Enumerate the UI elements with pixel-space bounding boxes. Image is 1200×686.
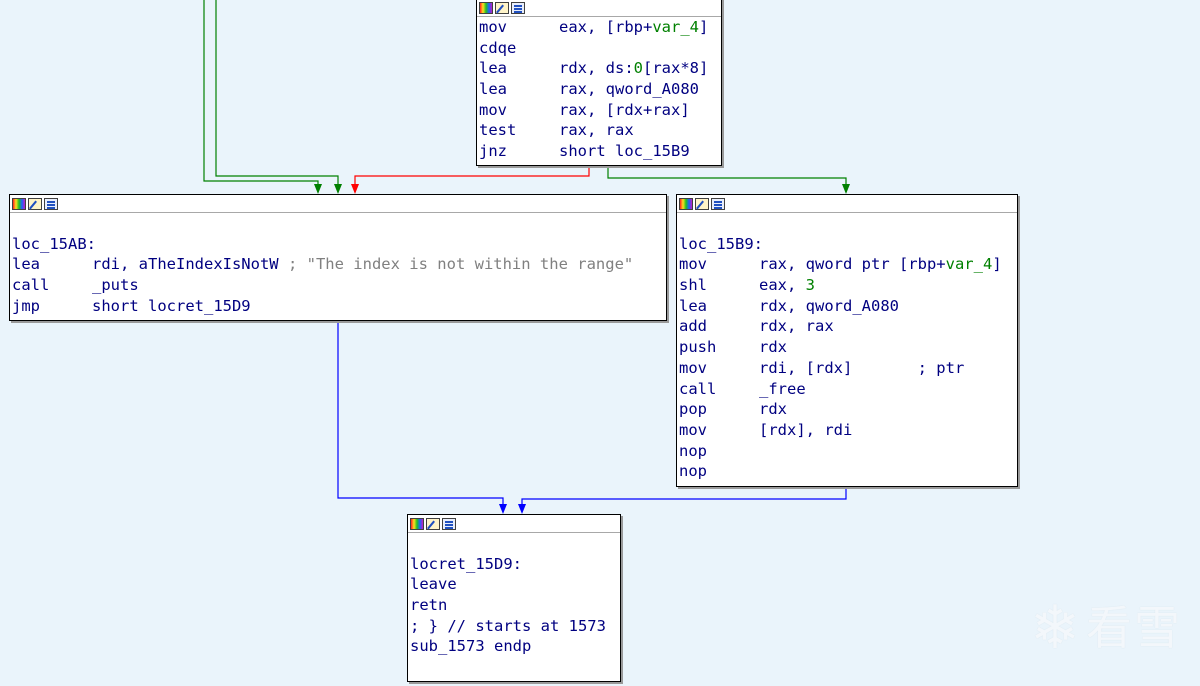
rename-node-icon[interactable]: [426, 517, 440, 530]
block-label[interactable]: loc_15B9:: [679, 234, 1015, 255]
edge-loop-outer-arrow: [314, 184, 322, 194]
instruction-line[interactable]: jnz short loc_15B9: [479, 141, 719, 162]
watermark-text: 看雪: [1086, 601, 1182, 655]
edge-loop-inner-arrow: [334, 184, 342, 194]
node-color-icon[interactable]: [679, 197, 693, 210]
block-loc-15b9[interactable]: loc_15B9: mov rax, qword ptr [rbp+var_4] …: [676, 194, 1018, 487]
instruction-line[interactable]: mov eax, [rbp+var_4]: [479, 17, 719, 38]
instruction-line[interactable]: lea rdx, qword_A080: [679, 296, 1015, 317]
rename-node-icon[interactable]: [28, 197, 42, 210]
watermark: ❄ 看雪: [1030, 598, 1182, 658]
block-loc-15b9-body: loc_15B9: mov rax, qword ptr [rbp+var_4] …: [677, 213, 1017, 482]
instruction-line[interactable]: pop rdx: [679, 399, 1015, 420]
edge-flow-right: [521, 487, 847, 506]
block-loc-15b9-header: [677, 195, 1017, 213]
block-top-body: mov eax, [rbp+var_4] cdqe lea rdx, ds:0[ra…: [477, 17, 721, 162]
rename-node-icon[interactable]: [695, 197, 709, 210]
comment-line[interactable]: ; } // starts at 1573: [410, 616, 618, 637]
instruction-line[interactable]: mov rax, qword ptr [rbp+var_4]: [679, 254, 1015, 275]
group-nodes-icon[interactable]: [44, 197, 58, 210]
instruction-line[interactable]: add rdx, rax: [679, 316, 1015, 337]
instruction-line[interactable]: call _puts: [12, 275, 664, 296]
block-top-header: [477, 0, 721, 17]
edge-flow-left: [337, 321, 504, 506]
instruction-line[interactable]: lea rdx, ds:0[rax*8]: [479, 58, 719, 79]
block-loc-15ab[interactable]: loc_15AB: lea rdi, aTheIndexIsNotW ; "The…: [9, 194, 667, 321]
block-top[interactable]: mov eax, [rbp+var_4] cdqe lea rdx, ds:0[ra…: [476, 0, 722, 166]
edge-false-arrow: [351, 184, 359, 194]
instruction-line[interactable]: mov rdi, [rdx] ; ptr: [679, 358, 1015, 379]
edge-flow-left-arrow: [499, 504, 507, 514]
instruction-line[interactable]: shl eax, 3: [679, 275, 1015, 296]
instruction-line[interactable]: nop: [679, 441, 1015, 462]
group-nodes-icon[interactable]: [711, 197, 725, 210]
instruction-line[interactable]: lea rdi, aTheIndexIsNotW ; "The index is …: [12, 254, 664, 275]
node-color-icon[interactable]: [410, 517, 424, 530]
edge-true: [607, 165, 847, 186]
edge-loop-inner: [215, 0, 339, 186]
instruction-line[interactable]: lea rax, qword_A080: [479, 79, 719, 100]
block-locret-15d9-header: [408, 515, 620, 533]
group-nodes-icon[interactable]: [511, 1, 525, 14]
block-locret-15d9-body: locret_15D9: leave retn ; } // starts at…: [408, 533, 620, 657]
edge-false: [354, 165, 590, 186]
instruction-line[interactable]: mov rax, [rdx+rax]: [479, 100, 719, 121]
block-loc-15ab-body: loc_15AB: lea rdi, aTheIndexIsNotW ; "The…: [10, 213, 666, 316]
edge-loop-outer: [203, 0, 319, 186]
instruction-line[interactable]: nop: [679, 461, 1015, 482]
node-color-icon[interactable]: [479, 1, 493, 14]
snowflake-icon: ❄: [1029, 593, 1080, 663]
instruction-line[interactable]: retn: [410, 595, 618, 616]
node-color-icon[interactable]: [12, 197, 26, 210]
edge-flow-right-arrow: [518, 504, 526, 514]
block-label[interactable]: loc_15AB:: [12, 234, 664, 255]
instruction-line[interactable]: mov [rdx], rdi: [679, 420, 1015, 441]
group-nodes-icon[interactable]: [442, 517, 456, 530]
block-loc-15ab-header: [10, 195, 666, 213]
instruction-line[interactable]: leave: [410, 574, 618, 595]
instruction-line[interactable]: jmp short locret_15D9: [12, 296, 664, 317]
instruction-line[interactable]: call _free: [679, 379, 1015, 400]
instruction-line[interactable]: push rdx: [679, 337, 1015, 358]
instruction-line[interactable]: test rax, rax: [479, 120, 719, 141]
block-label[interactable]: locret_15D9:: [410, 554, 618, 575]
block-locret-15d9[interactable]: locret_15D9: leave retn ; } // starts at…: [407, 514, 621, 682]
edge-true-arrow: [842, 184, 850, 194]
instruction-line[interactable]: cdqe: [479, 38, 719, 59]
rename-node-icon[interactable]: [495, 1, 509, 14]
endp-line[interactable]: sub_1573 endp: [410, 636, 618, 657]
